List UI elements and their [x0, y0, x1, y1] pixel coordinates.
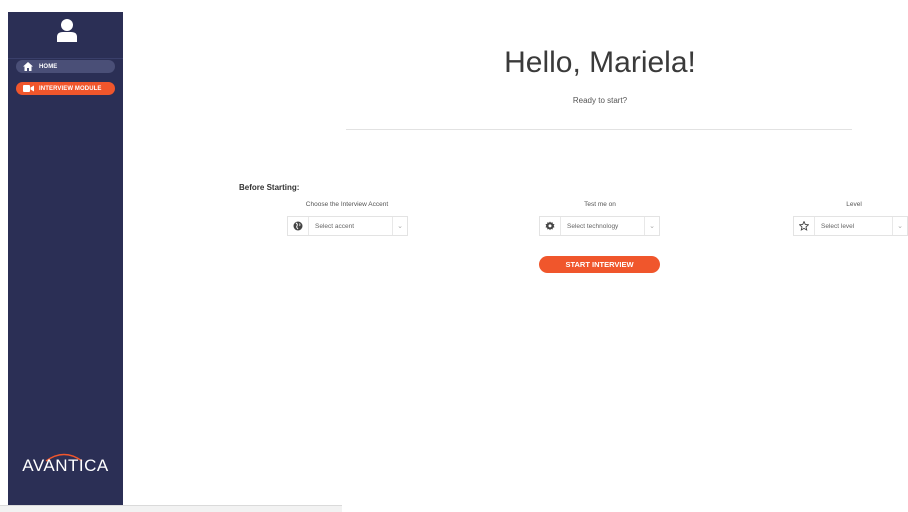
chevron-down-icon[interactable]: ⌄	[644, 217, 659, 235]
level-label: Level	[846, 201, 862, 208]
gear-icon	[540, 217, 561, 235]
star-icon	[794, 217, 815, 235]
sidebar-divider	[8, 58, 123, 59]
sidebar-item-label: HOME	[39, 63, 58, 70]
start-interview-button[interactable]: START INTERVIEW	[539, 256, 660, 273]
video-camera-icon	[22, 84, 34, 94]
greeting-title: Hello, Mariela!	[504, 46, 696, 79]
accent-label: Choose the Interview Accent	[305, 201, 389, 208]
section-label: Before Starting:	[239, 183, 300, 192]
accent-select-value: Select accent	[315, 222, 355, 230]
level-select[interactable]: Select level ⌄	[793, 216, 908, 236]
chevron-down-icon[interactable]: ⌄	[392, 217, 407, 235]
sidebar-item-interview-module[interactable]: INTERVIEW MODULE	[16, 82, 115, 95]
sidebar-item-label: INTERVIEW MODULE	[39, 85, 102, 92]
ready-subtitle: Ready to start?	[572, 96, 628, 105]
avantica-logo: AVANTICA	[22, 456, 109, 475]
technology-select[interactable]: Select technology ⌄	[539, 216, 660, 236]
technology-label: Test me on	[584, 201, 616, 208]
accent-select[interactable]: Select accent ⌄	[287, 216, 408, 236]
divider	[346, 129, 852, 130]
level-select-value: Select level	[821, 222, 855, 230]
sidebar-item-home[interactable]: HOME	[16, 60, 115, 73]
technology-select-value: Select technology	[567, 222, 619, 230]
user-avatar-icon[interactable]	[57, 18, 77, 42]
chevron-down-icon[interactable]: ⌄	[892, 217, 907, 235]
sidebar: HOME INTERVIEW MODULE AVANTICA	[8, 12, 123, 506]
globe-icon	[288, 217, 309, 235]
browser-status-bar	[0, 505, 342, 512]
home-icon	[22, 62, 34, 72]
